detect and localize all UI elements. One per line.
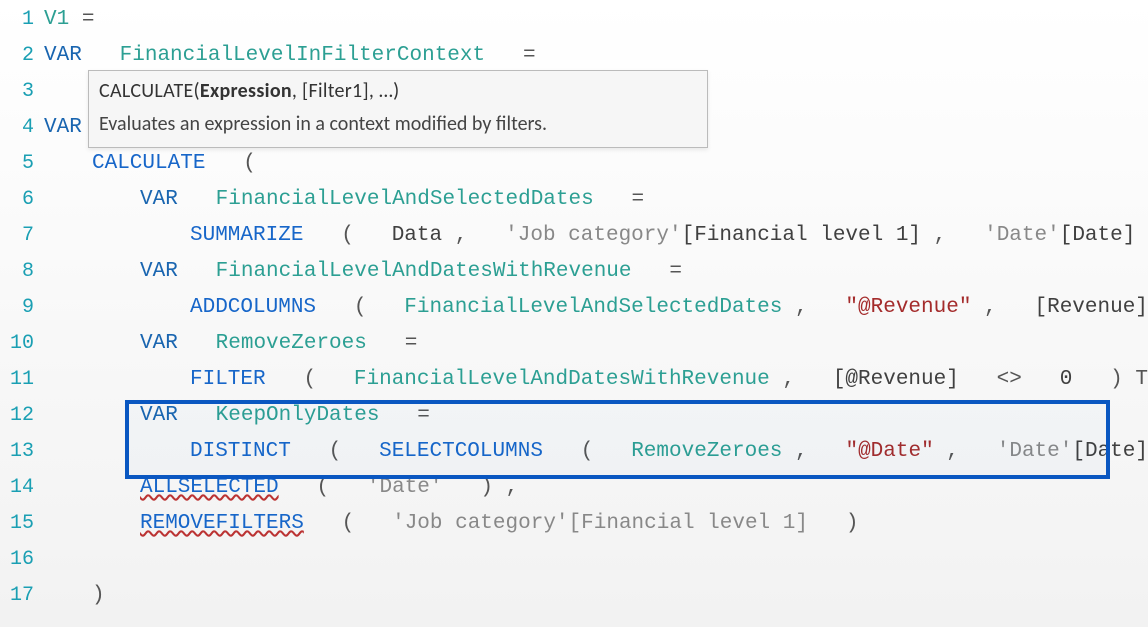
var-keyword: VAR [140,188,178,211]
code-line[interactable]: ADDCOLUMNS ( FinancialLevelAndSelectedDa… [40,290,1148,326]
string-literal: "@Date" [845,440,933,463]
calculate-func: CALCULATE [92,152,205,175]
code-line[interactable]: VAR KeepOnlyDates = [40,398,1148,434]
var-keyword: VAR [140,332,178,355]
code-line[interactable]: FILTER ( FinancialLevelAndDatesWithReven… [40,362,1148,398]
string-literal: "@Revenue" [845,296,971,319]
line-number: 12 [0,398,40,434]
code-line[interactable]: ALLSELECTED ( 'Date' ) , [40,470,1148,506]
line-number: 9 [0,290,40,326]
tooltip-signature: CALCULATE(Expression, [Filter1], …) [99,75,697,107]
variable-name: FinancialLevelAndDatesWithRevenue [216,260,632,283]
var-keyword: VAR [140,260,178,283]
line-number: 10 [0,326,40,362]
addcolumns-func: ADDCOLUMNS [190,296,316,319]
intellisense-tooltip: CALCULATE(Expression, [Filter1], …) Eval… [88,70,708,148]
line-number: 14 [0,470,40,506]
code-line[interactable]: SUMMARIZE ( Data , 'Job category'[Financ… [40,218,1148,254]
equals-op: = [669,260,682,283]
equals-op: = [417,404,430,427]
removefilters-func: REMOVEFILTERS [140,512,304,535]
tooltip-description: Evaluates an expression in a context mod… [99,107,697,141]
code-line[interactable]: DISTINCT ( SELECTCOLUMNS ( RemoveZeroes … [40,434,1148,470]
selectcolumns-func: SELECTCOLUMNS [379,440,543,463]
line-number: 13 [0,434,40,470]
variable-name: FinancialLevelAndSelectedDates [216,188,594,211]
var-keyword: VAR [44,44,82,67]
measure-name: V1 [44,8,69,31]
code-line[interactable]: VAR FinancialLevelAndSelectedDates = [40,182,1148,218]
line-number: 3 [0,74,40,110]
code-line[interactable]: VAR FinancialLevelInFilterContext = [40,38,1148,74]
filter-func: FILTER [190,368,266,391]
line-number: 15 [0,506,40,542]
line-number: 1 [0,2,40,38]
equals-op: = [82,8,95,31]
equals-op: = [405,332,418,355]
summarize-func: SUMMARIZE [190,224,303,247]
dax-editor[interactable]: 1 2 3 4 5 6 7 8 9 10 11 12 13 14 15 16 1… [0,0,1148,627]
code-line[interactable]: ) [40,578,1148,614]
line-number: 8 [0,254,40,290]
code-area[interactable]: V1 = VAR FinancialLevelInFilterContext =… [40,0,1148,627]
equals-op: = [632,188,645,211]
code-line[interactable]: VAR FinancialLevelAndDatesWithRevenue = [40,254,1148,290]
line-number: 4 [0,110,40,146]
var-keyword: VAR [140,404,178,427]
line-number: 2 [0,38,40,74]
close-paren: ) [92,584,105,607]
line-number-gutter: 1 2 3 4 5 6 7 8 9 10 11 12 13 14 15 16 1… [0,0,40,627]
code-line[interactable]: V1 = [40,2,1148,38]
variable-name: KeepOnlyDates [216,404,380,427]
equals-op: = [523,44,536,67]
line-number: 7 [0,218,40,254]
distinct-func: DISTINCT [190,440,291,463]
allselected-func: ALLSELECTED [140,476,279,499]
line-number: 16 [0,542,40,578]
line-number: 5 [0,146,40,182]
line-number: 11 [0,362,40,398]
line-number: 6 [0,182,40,218]
open-paren: ( [243,152,256,175]
var-keyword: VAR [44,116,82,139]
text-cursor-icon: T [1135,368,1148,391]
variable-name: RemoveZeroes [216,332,367,355]
code-line[interactable]: VAR RemoveZeroes = [40,326,1148,362]
code-line[interactable]: CALCULATE ( [40,146,1148,182]
variable-name: FinancialLevelInFilterContext [120,44,485,67]
line-number: 17 [0,578,40,614]
code-line[interactable] [40,542,1148,578]
code-line[interactable]: REMOVEFILTERS ( 'Job category'[Financial… [40,506,1148,542]
